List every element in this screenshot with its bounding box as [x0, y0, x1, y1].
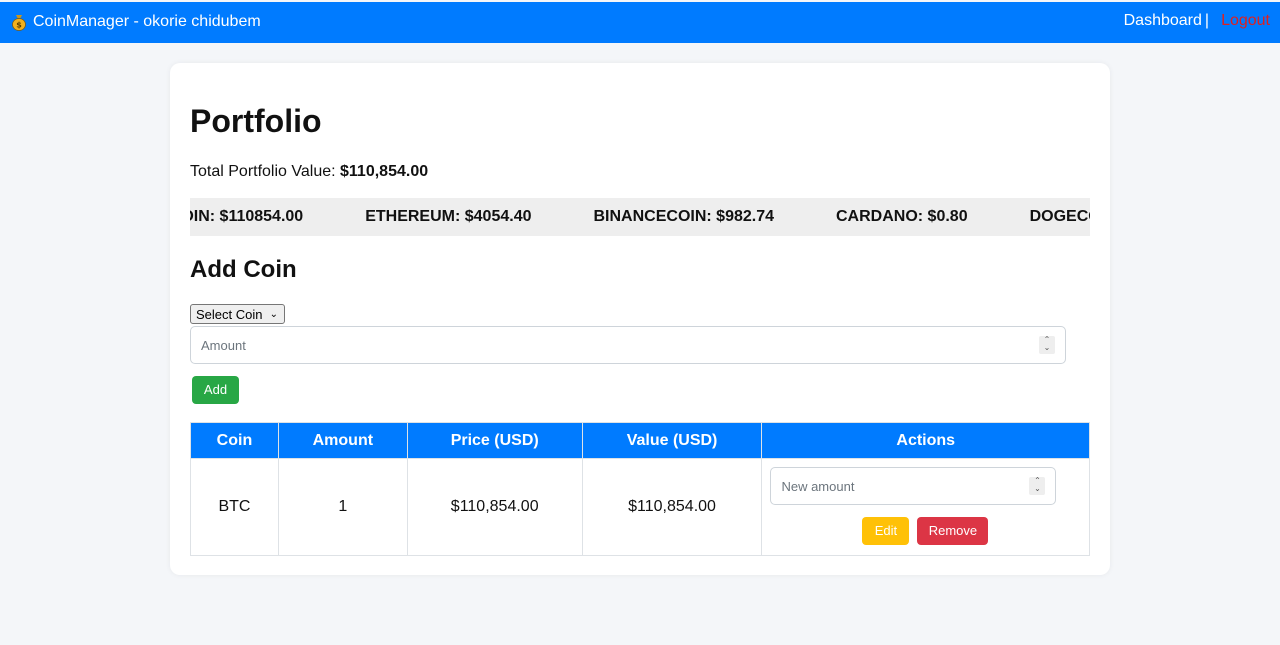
ticker-item: BINANCECOIN: $982.74: [593, 208, 775, 225]
column-header-price: Price (USD): [406, 422, 583, 459]
cell-value: $110,854.00: [581, 458, 763, 556]
cell-price: $110,854.00: [406, 458, 583, 556]
nav-separator: |: [1204, 12, 1210, 29]
cell-actions: New amount ⌃ ⌄ Edit Remove: [761, 458, 1090, 556]
column-header-value: Value (USD): [581, 422, 763, 459]
coin-select-value: Select Coin: [196, 307, 263, 322]
spinner-icon[interactable]: ⌃ ⌄: [1029, 477, 1046, 495]
cell-coin: BTC: [190, 458, 279, 556]
total-value: $110,854.00: [340, 163, 429, 180]
column-header-amount: Amount: [277, 422, 408, 459]
nav-logout-link[interactable]: Logout: [1221, 12, 1270, 30]
add-button[interactable]: Add: [192, 376, 239, 404]
new-amount-placeholder: New amount: [781, 479, 855, 494]
chevron-down-icon: ⌄: [269, 309, 278, 320]
cell-amount: 1: [277, 458, 408, 556]
brand-text: CoinManager - okorie chidubem: [33, 13, 261, 30]
add-coin-title: Add Coin: [190, 256, 297, 283]
page-title: Portfolio: [190, 103, 322, 139]
money-bag-icon: $: [12, 15, 26, 31]
ticker-track: BITCOIN: $110854.00 ETHEREUM: $4054.40 BIN…: [190, 208, 1090, 226]
svg-text:$: $: [16, 21, 22, 30]
nav-dashboard-link[interactable]: Dashboard: [1124, 12, 1202, 30]
ticker-item: DOGECOIN: [1029, 208, 1090, 225]
edit-button[interactable]: Edit: [862, 517, 910, 545]
ticker-item: BITCOIN: $110854.00: [190, 208, 304, 225]
new-amount-input[interactable]: New amount ⌃ ⌄: [770, 467, 1057, 505]
column-header-coin: Coin: [190, 422, 279, 459]
amount-placeholder: Amount: [201, 338, 246, 353]
coin-select[interactable]: Select Coin ⌄: [190, 304, 285, 324]
holdings-table: Coin Amount Price (USD) Value (USD) Acti…: [190, 422, 1090, 556]
total-portfolio-value: Total Portfolio Value: $110,854.00: [190, 163, 428, 181]
spinner-icon[interactable]: ⌃ ⌄: [1039, 336, 1055, 354]
price-ticker: BITCOIN: $110854.00 ETHEREUM: $4054.40 BIN…: [190, 198, 1090, 236]
ticker-item: CARDANO: $0.80: [836, 208, 968, 225]
table-row: BTC 1 $110,854.00 $110,854.00 New amount…: [190, 458, 1090, 556]
remove-button[interactable]: Remove: [917, 517, 989, 545]
table-header-row: Coin Amount Price (USD) Value (USD) Acti…: [190, 422, 1090, 459]
brand[interactable]: $ CoinManager - okorie chidubem: [11, 13, 261, 31]
top-nav: Dashboard | Logout: [1124, 12, 1270, 30]
amount-input[interactable]: Amount ⌃ ⌄: [190, 326, 1066, 364]
ticker-item: ETHEREUM: $4054.40: [365, 208, 532, 225]
total-label: Total Portfolio Value:: [190, 163, 336, 180]
top-navbar: $ CoinManager - okorie chidubem Dashboar…: [0, 2, 1280, 43]
portfolio-card: Portfolio Total Portfolio Value: $110,85…: [170, 63, 1110, 575]
column-header-actions: Actions: [761, 422, 1090, 459]
